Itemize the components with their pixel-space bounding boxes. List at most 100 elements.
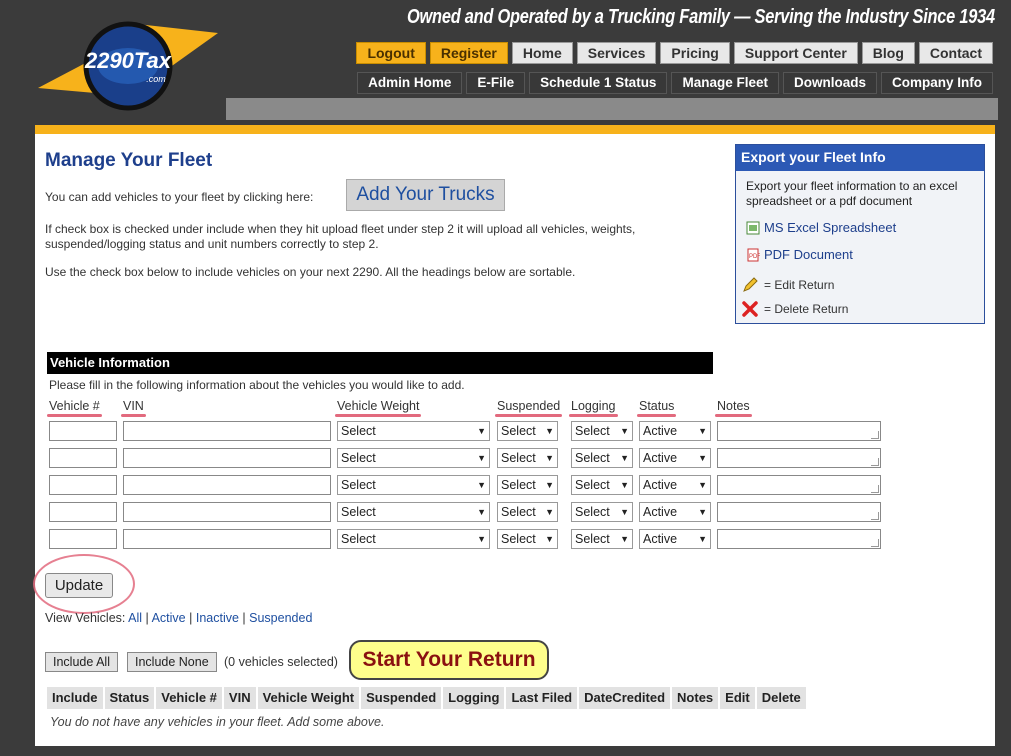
logo-sub: .com <box>146 74 166 84</box>
svg-text:PDF: PDF <box>749 254 760 260</box>
vehicle-number-input[interactable] <box>49 448 117 468</box>
nav-admin-home[interactable]: Admin Home <box>357 72 463 94</box>
weight-select[interactable]: Select ▼ <box>337 502 490 522</box>
add-trucks-button[interactable]: Add Your Trucks <box>346 179 505 211</box>
weight-select[interactable]: Select ▼ <box>337 421 490 441</box>
export-title: Export your Fleet Info <box>736 145 984 171</box>
logo[interactable]: 2290Tax .com <box>38 8 223 121</box>
status-select[interactable]: Active ▼ <box>639 475 711 495</box>
notes-textarea[interactable] <box>717 475 881 495</box>
th-vehicle-number[interactable]: Vehicle # <box>156 687 222 709</box>
suspended-select[interactable]: Select ▼ <box>497 421 558 441</box>
nav-e-file[interactable]: E-File <box>466 72 526 94</box>
pdf-link-label: PDF Document <box>764 247 853 262</box>
nav-schedule1-status[interactable]: Schedule 1 Status <box>529 72 668 94</box>
col-vehicle-weight: Vehicle Weight <box>335 399 422 417</box>
tagline: Owned and Operated by a Trucking Family … <box>407 6 995 28</box>
status-select[interactable]: Active ▼ <box>639 421 711 441</box>
th-edit[interactable]: Edit <box>720 687 755 709</box>
nav-support-center[interactable]: Support Center <box>733 42 858 64</box>
suspended-select[interactable]: Select ▼ <box>497 448 558 468</box>
logging-select[interactable]: Select ▼ <box>571 448 633 468</box>
nav-services[interactable]: Services <box>576 42 657 64</box>
vin-input[interactable] <box>123 421 331 441</box>
th-last-filed[interactable]: Last Filed <box>506 687 578 709</box>
main-content: Manage Your Fleet You can add vehicles t… <box>33 125 995 746</box>
vin-input[interactable] <box>123 502 331 522</box>
logging-select[interactable]: Select ▼ <box>571 502 633 522</box>
suspended-select[interactable]: Select ▼ <box>497 529 558 549</box>
notes-textarea[interactable] <box>717 421 881 441</box>
logging-select[interactable]: Select ▼ <box>571 421 633 441</box>
export-description: Export your fleet information to an exce… <box>746 179 958 208</box>
notes-textarea[interactable] <box>717 502 881 522</box>
logging-select[interactable]: Select ▼ <box>571 529 633 549</box>
suspended-select[interactable]: Select ▼ <box>497 502 558 522</box>
weight-select[interactable]: Select ▼ <box>337 448 490 468</box>
main-nav: Logout Register Home Services Pricing Su… <box>356 42 993 64</box>
view-vehicles-filter: View Vehicles: All | Active | Inactive |… <box>45 611 313 625</box>
view-all-link[interactable]: All <box>128 611 142 625</box>
nav-company-info[interactable]: Company Info <box>881 72 993 94</box>
pencil-icon <box>743 277 758 292</box>
delete-legend: = Delete Return <box>742 301 848 317</box>
th-status[interactable]: Status <box>104 687 155 709</box>
vehicle-number-input[interactable] <box>49 502 117 522</box>
th-logging[interactable]: Logging <box>443 687 505 709</box>
th-include[interactable]: Include <box>47 687 103 709</box>
th-notes[interactable]: Notes <box>672 687 719 709</box>
nav-home[interactable]: Home <box>511 42 573 64</box>
notes-textarea[interactable] <box>717 448 881 468</box>
status-select[interactable]: Active ▼ <box>639 529 711 549</box>
vehicle-number-input[interactable] <box>49 421 117 441</box>
weight-select[interactable]: Select ▼ <box>337 529 490 549</box>
nav-downloads[interactable]: Downloads <box>782 72 877 94</box>
delete-legend-label: = Delete Return <box>764 302 849 316</box>
update-button[interactable]: Update <box>45 573 113 598</box>
th-vehicle-weight[interactable]: Vehicle Weight <box>257 687 360 709</box>
view-suspended-link[interactable]: Suspended <box>249 611 312 625</box>
col-notes: Notes <box>715 399 752 417</box>
weight-select[interactable]: Select ▼ <box>337 475 490 495</box>
page-title: Manage Your Fleet <box>45 150 213 171</box>
status-select[interactable]: Active ▼ <box>639 448 711 468</box>
nav-contact[interactable]: Contact <box>918 42 993 64</box>
status-select[interactable]: Active ▼ <box>639 502 711 522</box>
vin-input[interactable] <box>123 475 331 495</box>
nav-manage-fleet[interactable]: Manage Fleet <box>671 72 779 94</box>
include-none-button[interactable]: Include None <box>127 652 217 672</box>
nav-pricing[interactable]: Pricing <box>660 42 730 64</box>
notes-textarea[interactable] <box>717 529 881 549</box>
nav-register[interactable]: Register <box>429 42 508 64</box>
col-status: Status <box>637 399 677 417</box>
include-all-button[interactable]: Include All <box>45 652 118 672</box>
vehicle-info-header: Vehicle Information <box>47 352 713 374</box>
col-logging: Logging <box>569 399 618 417</box>
excel-export-link[interactable]: MS Excel Spreadsheet <box>746 220 896 235</box>
fleet-table-header: Include Status Vehicle # VIN Vehicle Wei… <box>47 687 806 709</box>
nav-blog[interactable]: Blog <box>861 42 915 64</box>
vehicle-number-input[interactable] <box>49 475 117 495</box>
th-date-credited[interactable]: DateCredited <box>579 687 671 709</box>
export-panel: Export your Fleet Info Export your fleet… <box>735 144 985 324</box>
view-active-link[interactable]: Active <box>152 611 186 625</box>
vin-input[interactable] <box>123 448 331 468</box>
th-vin[interactable]: VIN <box>223 687 256 709</box>
vin-input[interactable] <box>123 529 331 549</box>
start-return-button[interactable]: Start Your Return <box>349 640 549 680</box>
empty-fleet-message: You do not have any vehicles in your fle… <box>50 715 385 729</box>
add-intro-text: You can add vehicles to your fleet by cl… <box>45 190 314 204</box>
th-delete[interactable]: Delete <box>756 687 806 709</box>
col-suspended: Suspended <box>495 399 563 417</box>
vehicles-selected-count: (0 vehicles selected) <box>224 655 338 669</box>
suspended-select[interactable]: Select ▼ <box>497 475 558 495</box>
th-suspended[interactable]: Suspended <box>361 687 442 709</box>
pdf-export-link[interactable]: PDF PDF Document <box>746 247 853 262</box>
admin-nav: Admin Home E-File Schedule 1 Status Mana… <box>357 72 993 94</box>
logging-select[interactable]: Select ▼ <box>571 475 633 495</box>
logo-text: 2290Tax <box>84 48 172 73</box>
nav-logout[interactable]: Logout <box>356 42 426 64</box>
excel-icon <box>746 221 760 234</box>
vehicle-number-input[interactable] <box>49 529 117 549</box>
view-inactive-link[interactable]: Inactive <box>196 611 239 625</box>
